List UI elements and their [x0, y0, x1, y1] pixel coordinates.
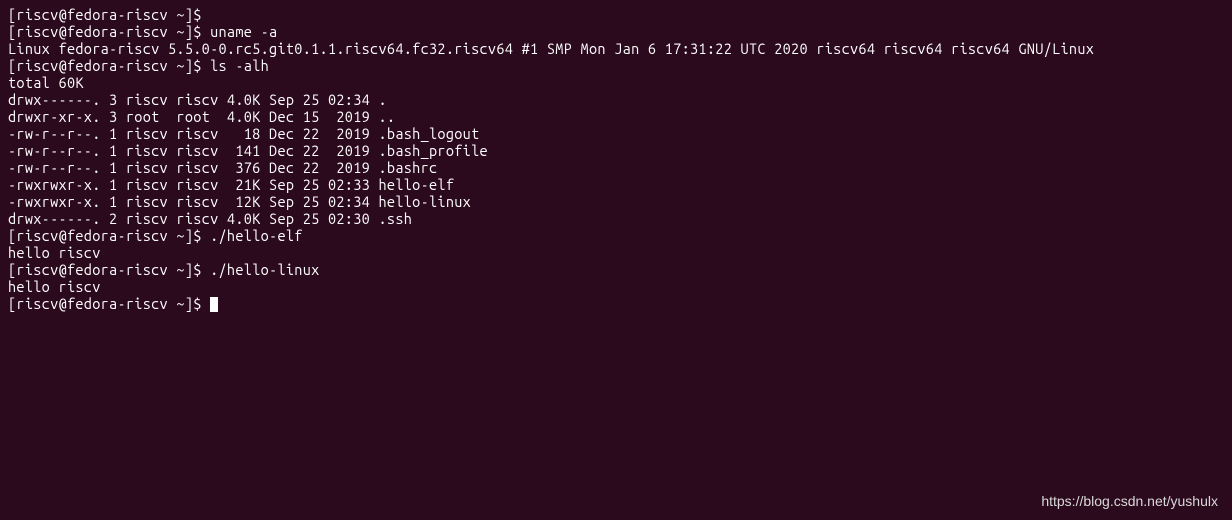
output-text: -rwxrwxr-x. 1 riscv riscv 21K Sep 25 02:…: [8, 176, 454, 193]
terminal-line: drwx------. 2 riscv riscv 4.0K Sep 25 02…: [8, 210, 1224, 227]
output-text: hello riscv: [8, 278, 101, 295]
output-text: drwx------. 2 riscv riscv 4.0K Sep 25 02…: [8, 210, 412, 227]
shell-command: ./hello-elf: [202, 227, 303, 244]
output-text: -rw-r--r--. 1 riscv riscv 376 Dec 22 201…: [8, 159, 437, 176]
shell-prompt: [riscv@fedora-riscv ~]$: [8, 6, 202, 23]
shell-prompt: [riscv@fedora-riscv ~]$: [8, 261, 202, 278]
terminal-line: [riscv@fedora-riscv ~]$: [8, 295, 1224, 312]
terminal-line: -rw-r--r--. 1 riscv riscv 18 Dec 22 2019…: [8, 125, 1224, 142]
terminal-line: [riscv@fedora-riscv ~]$: [8, 6, 1224, 23]
output-text: drwxr-xr-x. 3 root root 4.0K Dec 15 2019…: [8, 108, 395, 125]
output-text: -rw-r--r--. 1 riscv riscv 18 Dec 22 2019…: [8, 125, 480, 142]
terminal-line: drwxr-xr-x. 3 root root 4.0K Dec 15 2019…: [8, 108, 1224, 125]
terminal-line: hello riscv: [8, 244, 1224, 261]
output-text: total 60K: [8, 74, 84, 91]
cursor-block: [210, 297, 218, 312]
terminal-line: -rwxrwxr-x. 1 riscv riscv 21K Sep 25 02:…: [8, 176, 1224, 193]
terminal-line: drwx------. 3 riscv riscv 4.0K Sep 25 02…: [8, 91, 1224, 108]
shell-prompt: [riscv@fedora-riscv ~]$: [8, 57, 202, 74]
shell-prompt: [riscv@fedora-riscv ~]$: [8, 227, 202, 244]
terminal-line: [riscv@fedora-riscv ~]$ ./hello-elf: [8, 227, 1224, 244]
terminal-output[interactable]: [riscv@fedora-riscv ~]$[riscv@fedora-ris…: [8, 6, 1224, 312]
terminal-line: -rwxrwxr-x. 1 riscv riscv 12K Sep 25 02:…: [8, 193, 1224, 210]
shell-command: ./hello-linux: [202, 261, 320, 278]
terminal-line: [riscv@fedora-riscv ~]$ ./hello-linux: [8, 261, 1224, 278]
terminal-line: -rw-r--r--. 1 riscv riscv 141 Dec 22 201…: [8, 142, 1224, 159]
output-text: -rw-r--r--. 1 riscv riscv 141 Dec 22 201…: [8, 142, 488, 159]
shell-prompt: [riscv@fedora-riscv ~]$: [8, 23, 202, 40]
shell-command: [202, 295, 210, 312]
terminal-line: hello riscv: [8, 278, 1224, 295]
terminal-line: [riscv@fedora-riscv ~]$ uname -a: [8, 23, 1224, 40]
output-text: -rwxrwxr-x. 1 riscv riscv 12K Sep 25 02:…: [8, 193, 471, 210]
terminal-line: total 60K: [8, 74, 1224, 91]
watermark-text: https://blog.csdn.net/yushulx: [1041, 493, 1218, 510]
shell-prompt: [riscv@fedora-riscv ~]$: [8, 295, 202, 312]
terminal-line: -rw-r--r--. 1 riscv riscv 376 Dec 22 201…: [8, 159, 1224, 176]
output-text: Linux fedora-riscv 5.5.0-0.rc5.git0.1.1.…: [8, 40, 1094, 57]
terminal-line: Linux fedora-riscv 5.5.0-0.rc5.git0.1.1.…: [8, 40, 1224, 57]
output-text: drwx------. 3 riscv riscv 4.0K Sep 25 02…: [8, 91, 387, 108]
shell-command: ls -alh: [202, 57, 269, 74]
output-text: hello riscv: [8, 244, 101, 261]
shell-command: uname -a: [202, 23, 278, 40]
terminal-line: [riscv@fedora-riscv ~]$ ls -alh: [8, 57, 1224, 74]
